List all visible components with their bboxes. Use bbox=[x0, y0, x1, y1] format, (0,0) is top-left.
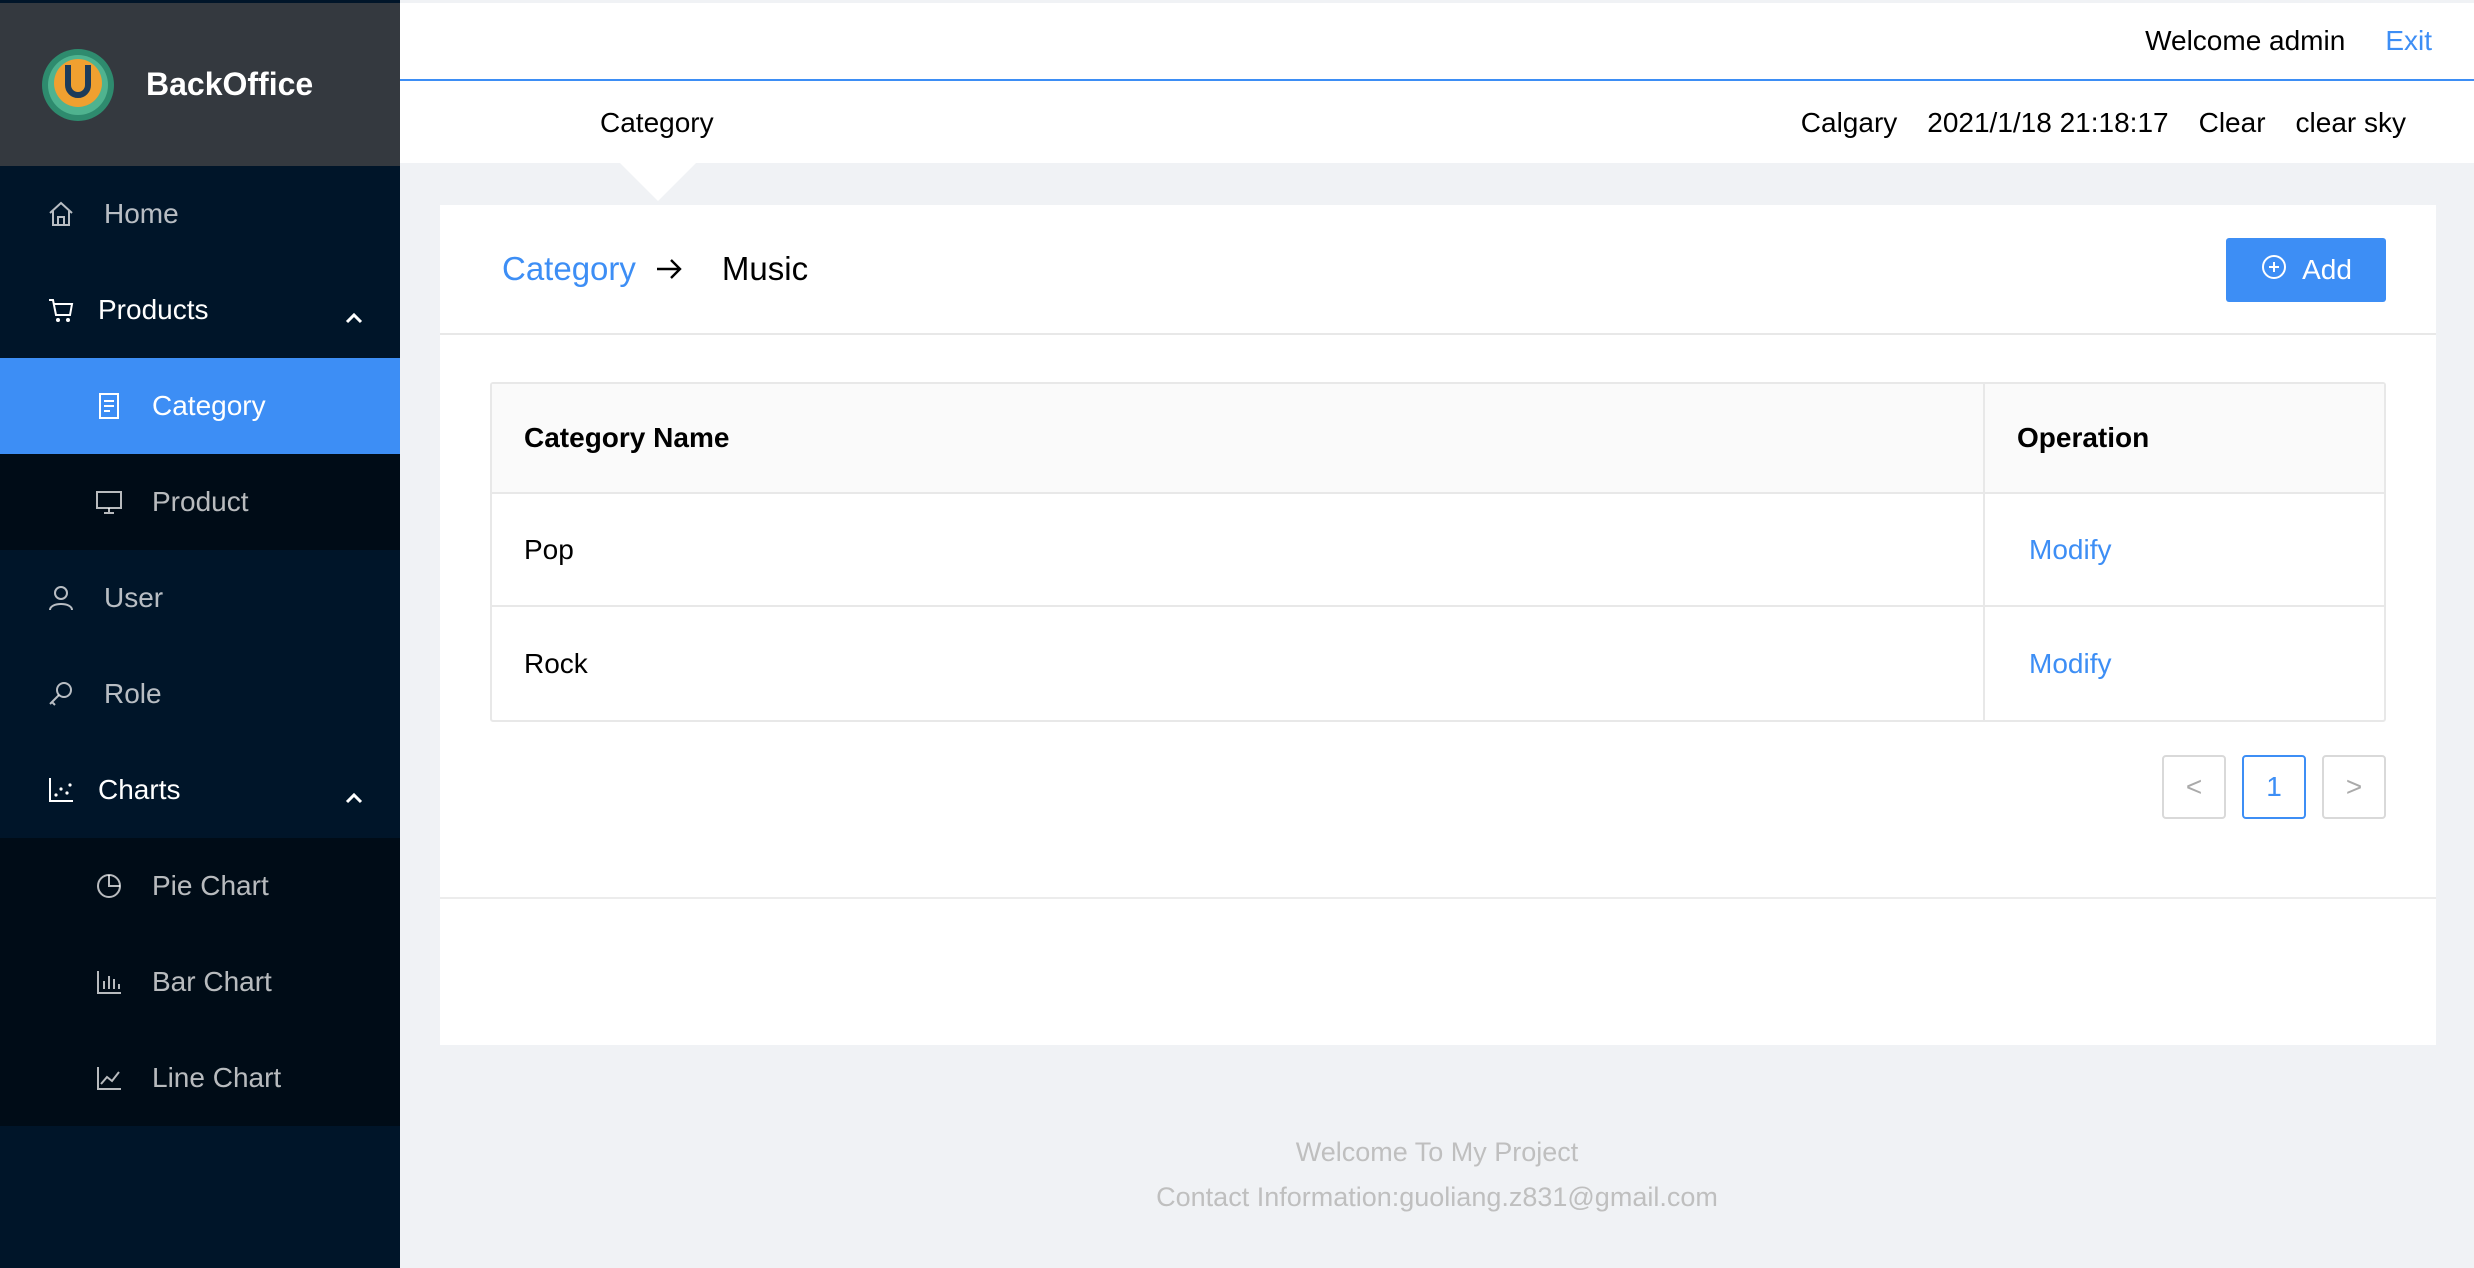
next-page-button[interactable]: > bbox=[2322, 755, 2386, 819]
logo-row: BackOffice bbox=[0, 3, 400, 166]
category-name-cell: Pop bbox=[492, 494, 1985, 605]
datetime-text: 2021/1/18 21:18:17 bbox=[1927, 107, 2169, 138]
city-text: Calgary bbox=[1800, 107, 1898, 138]
sidebar-item-label: Product bbox=[152, 486, 249, 517]
table-row: Pop Modify bbox=[492, 494, 2384, 607]
breadcrumb-category-link[interactable]: Category bbox=[502, 250, 636, 288]
table-header-row: Category Name Operation bbox=[492, 384, 2384, 494]
chart-icon bbox=[44, 773, 78, 807]
sidebar-item-label: Line Chart bbox=[152, 1062, 282, 1093]
table-row: Rock Modify bbox=[492, 607, 2384, 720]
weather-desc-text: clear sky bbox=[2295, 107, 2406, 138]
operation-cell: Modify bbox=[1985, 494, 2384, 605]
sidebar-item-label: User bbox=[104, 582, 164, 613]
column-header-operation: Operation bbox=[2017, 422, 2150, 453]
sidebar-item-bar-chart[interactable]: Bar Chart bbox=[0, 934, 400, 1030]
sidebar-item-category[interactable]: Category bbox=[0, 358, 400, 454]
add-button[interactable]: Add bbox=[2226, 238, 2386, 302]
sidebar-item-label: Role bbox=[104, 678, 162, 709]
sidebar-item-user[interactable]: User bbox=[0, 550, 400, 646]
sidebar-item-products[interactable]: Products bbox=[0, 262, 400, 358]
sidebar-item-charts[interactable]: Charts bbox=[0, 742, 400, 838]
sidebar-item-label: Bar Chart bbox=[152, 966, 272, 997]
plus-circle-icon bbox=[2260, 253, 2288, 288]
header-bottom-bar: Category Calgary 2021/1/18 21:18:17 Clea… bbox=[400, 81, 2474, 163]
sidebar-item-role[interactable]: Role bbox=[0, 646, 400, 742]
operation-cell: Modify bbox=[1985, 607, 2384, 720]
sidebar-item-label: Charts bbox=[98, 774, 181, 805]
sidebar-item-home[interactable]: Home bbox=[0, 166, 400, 262]
sidebar-item-line-chart[interactable]: Line Chart bbox=[0, 1030, 400, 1126]
card-divider bbox=[440, 897, 2436, 899]
cart-icon bbox=[44, 293, 78, 327]
sidebar-item-product[interactable]: Product bbox=[0, 454, 400, 550]
category-table: Category Name Operation Pop Modify Rock … bbox=[490, 382, 2386, 722]
line-chart-icon bbox=[92, 1061, 126, 1095]
header-top-bar: Welcome admin Exit bbox=[400, 3, 2474, 81]
column-header-name: Category Name bbox=[492, 384, 1985, 492]
sidebar-item-label: Pie Chart bbox=[152, 870, 269, 901]
title-pointer bbox=[620, 163, 696, 201]
sidebar: BackOffice Home Products Category Produc… bbox=[0, 0, 400, 1268]
arrow-right-icon bbox=[654, 254, 684, 284]
sidebar-item-pie-chart[interactable]: Pie Chart bbox=[0, 838, 400, 934]
page-1-button[interactable]: 1 bbox=[2242, 755, 2306, 819]
app-title: BackOffice bbox=[146, 66, 314, 102]
add-button-label: Add bbox=[2302, 254, 2352, 285]
breadcrumb-current: Music bbox=[721, 250, 809, 287]
logo-icon bbox=[40, 47, 116, 123]
footer: Welcome To My Project Contact Informatio… bbox=[400, 1130, 2474, 1220]
monitor-icon bbox=[92, 485, 126, 519]
sidebar-item-label: Home bbox=[104, 198, 179, 229]
sidebar-item-label: Products bbox=[98, 294, 209, 325]
modify-link[interactable]: Modify bbox=[2017, 534, 2111, 566]
weather-text: Clear bbox=[2198, 107, 2266, 138]
category-name-cell: Rock bbox=[492, 607, 1985, 720]
prev-page-button[interactable]: < bbox=[2162, 755, 2226, 819]
weather-info: Calgary 2021/1/18 21:18:17 Clear clear s… bbox=[1801, 107, 2406, 139]
home-icon bbox=[44, 197, 78, 231]
welcome-text: Welcome admin bbox=[2145, 25, 2346, 56]
modify-link[interactable]: Modify bbox=[2017, 648, 2111, 680]
chevron-up-icon bbox=[344, 300, 364, 332]
document-icon bbox=[92, 389, 126, 423]
exit-link[interactable]: Exit bbox=[2385, 25, 2432, 57]
chevron-up-icon bbox=[344, 780, 364, 812]
page-title: Category bbox=[600, 107, 714, 138]
pie-chart-icon bbox=[92, 869, 126, 903]
key-icon bbox=[44, 677, 78, 711]
card-header: Category Music Add bbox=[440, 205, 2436, 335]
pagination: < 1 > bbox=[2162, 755, 2386, 819]
footer-welcome: Welcome To My Project bbox=[1295, 1137, 1579, 1167]
sidebar-item-label: Category bbox=[152, 390, 266, 421]
category-card: Category Music Add Category Name Operati… bbox=[440, 205, 2436, 1045]
user-icon bbox=[44, 581, 78, 615]
bar-chart-icon bbox=[92, 965, 126, 999]
footer-contact: Contact Information:guoliang.z831@gmail.… bbox=[1156, 1182, 1718, 1212]
